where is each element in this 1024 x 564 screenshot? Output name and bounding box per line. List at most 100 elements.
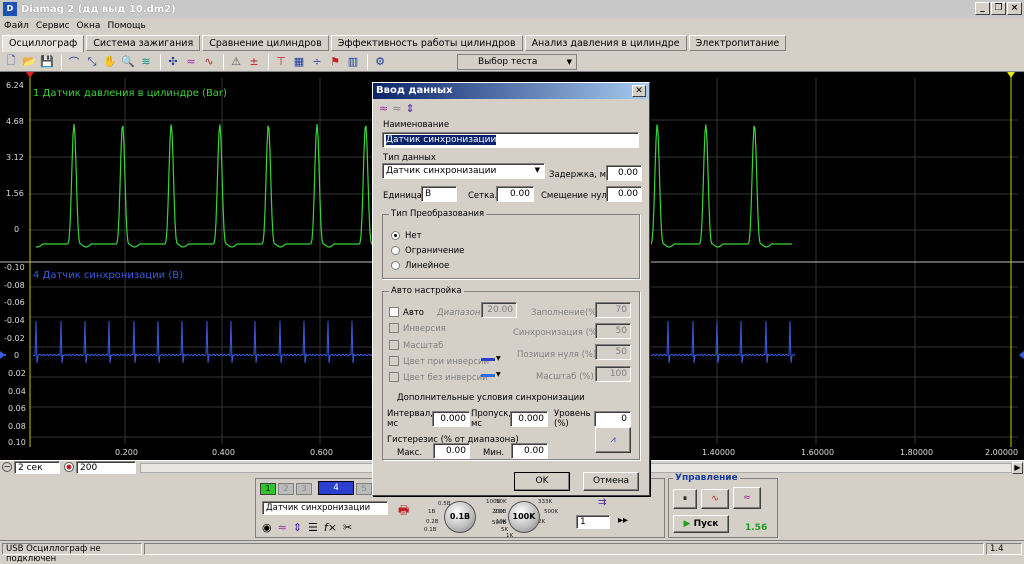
channel-button-5[interactable]: 5 [356,483,372,495]
conv-linear-radio[interactable] [391,261,400,270]
split-icon[interactable]: ÷ [309,54,325,70]
tab-oscilloscope[interactable]: Осциллограф [2,35,85,52]
color-inv-swatch[interactable] [481,358,495,361]
filter-icon[interactable]: ⊤ [273,54,289,70]
frequency-knob[interactable]: 100K [508,501,540,533]
cancel-button[interactable]: Отмена [583,472,639,491]
points-select[interactable]: 200 [76,461,136,474]
auto-checkbox[interactable] [389,307,399,317]
zero-icon[interactable]: ± [246,54,262,70]
color-inv-checkbox[interactable] [389,356,399,366]
cursor-icon[interactable]: ⌒ [66,54,82,70]
menu-service[interactable]: Сервис [36,21,70,31]
color-noinv-swatch[interactable] [481,374,495,377]
conv-limit-radio[interactable] [391,246,400,255]
menu-file[interactable]: Файл [4,21,29,31]
name-input[interactable]: Датчик синхронизации [382,132,639,148]
menu-windows[interactable]: Окна [77,21,101,31]
triangle-icon[interactable]: ⚠ [228,54,244,70]
level-input[interactable]: 0 [594,411,631,427]
voltage-knob[interactable]: 0.1В [444,501,476,533]
tab-ignition[interactable]: Система зажигания [86,35,201,51]
time-select[interactable]: 2 сек [14,461,60,474]
print-icon[interactable]: 🖶 [398,501,409,522]
conv-none-radio[interactable] [391,231,400,240]
inversion-checkbox[interactable] [389,323,399,333]
pause-button[interactable]: ⏸ [673,489,697,509]
fast-forward-icon[interactable]: ▸▸ [618,515,628,526]
tab-cylinder-efficiency[interactable]: Эффективность работы цилиндров [330,35,523,51]
hand-icon[interactable]: ✋ [102,54,118,70]
interval-input[interactable]: 0.000 [432,411,470,427]
sensor-select[interactable]: Датчик синхронизации [262,501,388,515]
menu-help[interactable]: Помощь [107,21,145,31]
chevron-down-icon[interactable]: ▼ [496,355,501,362]
new-file-icon[interactable]: 🗋 [3,54,19,70]
minus-icon[interactable]: − [2,462,12,472]
minimize-button[interactable]: _ [975,2,990,15]
control-label: Управление [673,473,740,483]
unit-input[interactable]: В [421,186,457,202]
start-button[interactable]: ▶ Пуск [673,515,729,533]
wave-disabled-icon[interactable]: ≈ [392,102,401,115]
close-button[interactable]: × [1007,2,1022,15]
color-noinv-label: Цвет без инверсии [403,373,488,383]
save-icon[interactable]: 💾 [39,54,55,70]
arrows-icon[interactable]: ⇉ [598,497,606,508]
restore-button[interactable]: ❐ [991,2,1006,15]
updown-icon[interactable]: ⇕ [293,521,302,534]
bars-icon[interactable]: ▥ [345,54,361,70]
conv-none-label: Нет [405,231,422,241]
test-select[interactable]: Выбор теста ▼ [457,54,577,70]
record-icon[interactable] [64,462,74,472]
zeropos-input[interactable]: 50 [595,344,631,360]
wave2-icon[interactable]: ∿ [201,54,217,70]
min-input[interactable]: 0.00 [511,443,548,459]
eye-icon[interactable]: ◉ [262,521,272,534]
wave-icon[interactable]: ≈ [278,521,287,534]
delay-input[interactable]: 0.00 [606,165,642,181]
wave-icon[interactable]: ≈ [379,102,388,115]
color-noinv-checkbox[interactable] [389,372,399,382]
channel-button-3[interactable]: 3 [296,483,312,495]
zero-offset-input[interactable]: 0.00 [606,186,642,202]
ok-button[interactable]: OK [514,472,570,491]
wave-icon[interactable]: ≈ [183,54,199,70]
frequency-knob-label: 100K [512,512,536,521]
sine-button[interactable]: ∿ [701,489,729,509]
grid-input[interactable]: 0.00 [496,186,534,202]
zoom-icon[interactable]: 🔍 [120,54,136,70]
tab-power[interactable]: Электропитание [688,35,787,51]
channel-button-4[interactable]: 4 [318,481,354,495]
arrows-icon[interactable]: ✣ [165,54,181,70]
tab-cylinder-compare[interactable]: Сравнение цилиндров [202,35,329,51]
type-select[interactable]: Датчик синхронизации ▼ [382,163,545,179]
scroll-right-icon[interactable]: ▶ [1012,462,1023,474]
table-icon[interactable]: ▦ [291,54,307,70]
lines-icon[interactable]: ☰ [308,521,318,534]
dialog-close-button[interactable]: ✕ [632,85,646,97]
fx-icon[interactable]: f× [324,521,337,534]
sync-preview-button[interactable]: ⩘ [595,427,631,453]
settings-icon[interactable]: ⚙ [372,54,388,70]
spin-input[interactable]: 1 [576,515,610,529]
max-input[interactable]: 0.00 [433,443,470,459]
menu-bar: Файл Сервис Окна Помощь [0,18,1024,34]
skip-input[interactable]: 0.000 [510,411,548,427]
updown-icon[interactable]: ⇕ [405,102,414,115]
sync-input[interactable]: 50 [595,323,631,339]
open-folder-icon[interactable]: 📂 [21,54,37,70]
channel-button-2[interactable]: 2 [278,483,294,495]
tab-pressure-analysis[interactable]: Анализ давления в цилиндре [524,35,687,51]
scissors-icon[interactable]: ✂ [343,521,352,534]
chevron-down-icon[interactable]: ▼ [496,371,501,378]
multi-wave-button[interactable]: ≈ [733,487,761,509]
scale-checkbox[interactable] [389,340,399,350]
channel-button-1[interactable]: 1 [260,483,276,495]
layers-icon[interactable]: ≋ [138,54,154,70]
flag-icon[interactable]: ⚑ [327,54,343,70]
measure-icon[interactable]: ⤡ [84,54,100,70]
scalepct-input[interactable]: 100 [595,366,631,382]
range-input[interactable]: 20.00 [481,302,517,318]
fill-input[interactable]: 70 [595,302,631,318]
